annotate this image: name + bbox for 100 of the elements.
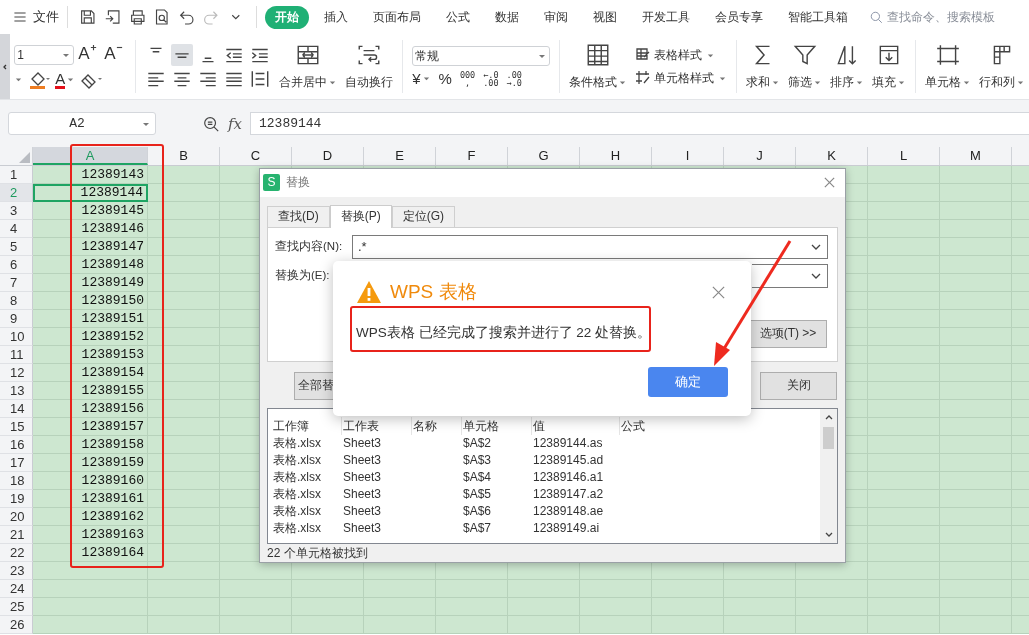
row-header[interactable]: 24 [0,580,33,598]
undo-icon[interactable] [177,8,196,26]
ribbon-tab[interactable]: 会员专享 [705,5,773,29]
ribbon-tab[interactable]: 插入 [314,5,358,29]
ribbon-tab[interactable]: 开发工具 [632,5,700,29]
percent-button[interactable]: % [438,70,452,87]
sum-button[interactable]: 求和 [742,34,785,99]
preview-icon[interactable] [153,8,171,26]
column-heading: 公式 [620,417,646,435]
dialog-title: 替换 [286,174,310,192]
status-text: 22 个单元格被找到 [266,545,369,562]
column-header[interactable]: D [292,147,364,165]
row-header[interactable]: 11 [0,346,33,364]
row-header[interactable]: 16 [0,436,33,454]
formula-input[interactable]: 12389144 [250,112,1029,135]
row-header[interactable]: 4 [0,220,33,238]
column-header[interactable]: F [436,147,508,165]
cell-style-button[interactable]: 单元格样式 [635,69,728,87]
row-header[interactable]: 25 [0,598,33,616]
row-header[interactable]: 8 [0,292,33,310]
row-header[interactable]: 20 [0,508,33,526]
column-header[interactable]: M [940,147,1012,165]
find-field[interactable]: .* [352,234,828,259]
row-header[interactable]: 14 [0,400,33,418]
filter-button[interactable]: 筛选 [784,34,827,99]
ok-button[interactable]: 确定 [648,367,728,397]
replace-all-button[interactable]: 全部替 [294,371,333,400]
row-header[interactable]: 9 [0,310,33,328]
currency-button[interactable]: ¥ [412,70,431,87]
ribbon-tab[interactable]: 审阅 [534,5,578,29]
close-button[interactable]: 关闭 [760,371,837,400]
ribbon-tab[interactable]: 页面布局 [363,5,431,29]
ribbon-tab[interactable]: 视图 [583,5,627,29]
printer-icon[interactable] [128,8,147,26]
ribbon-tab[interactable]: 智能工具箱 [778,5,858,29]
dialog-tab[interactable]: 查找(D) [267,205,330,227]
row-header[interactable]: 7 [0,274,33,292]
column-header[interactable]: J [724,147,796,165]
number-format-dropdown[interactable]: 常规 [412,46,551,66]
scroll-thumb[interactable] [823,426,834,449]
row-header[interactable]: 13 [0,382,33,400]
row-header[interactable]: 23 [0,562,33,580]
font-size-dropdown[interactable]: 1 [14,44,75,65]
row-header[interactable]: 6 [0,256,33,274]
close-icon[interactable] [823,176,836,190]
save-icon[interactable] [79,8,98,26]
rows-columns-button[interactable]: 行和列 [975,34,1029,99]
thousands-button[interactable]: 000 , [459,70,476,87]
wrap-text-button[interactable]: 自动换行 [341,34,398,99]
font-color-button[interactable]: A [55,70,76,89]
column-header[interactable]: B [148,147,220,165]
column-header[interactable]: K [796,147,868,165]
export-icon[interactable] [104,8,122,26]
increase-decimal-button[interactable]: ←.0 .00 [483,70,499,87]
row-header[interactable]: 21 [0,526,33,544]
name-box[interactable]: A2 [8,112,156,135]
column-header[interactable]: H [580,147,652,165]
replace-field[interactable] [752,263,828,288]
row-header[interactable]: 19 [0,490,33,508]
column-header[interactable]: L [868,147,940,165]
zoom-icon[interactable] [202,114,220,133]
table-cell-text: 表格.xlsx [272,468,322,486]
column-header[interactable]: G [508,147,580,165]
search-field[interactable]: 查找命令、搜索模板 [869,9,1029,25]
ribbon-tab[interactable]: 数据 [485,5,529,29]
row-header[interactable]: 3 [0,202,33,220]
row-header[interactable]: 15 [0,418,33,436]
column-header[interactable]: C [220,147,292,165]
file-menu[interactable]: 文件 [12,8,59,26]
cell-button[interactable]: 单元格 [921,34,975,99]
ribbon-tab[interactable]: 公式 [436,5,480,29]
conditional-format-button[interactable]: 条件格式 [565,34,632,99]
shrink-font-button[interactable]: A [104,43,127,66]
decrease-decimal-button[interactable]: .00 →.0 [506,70,522,87]
row-header[interactable]: 18 [0,472,33,490]
merge-center-button[interactable]: 合并居中 [275,34,342,99]
function-label[interactable]: fx [228,114,242,133]
table-style-button[interactable]: 表格样式 [635,46,728,64]
row-header[interactable]: 10 [0,328,33,346]
align-middle-icon[interactable] [171,43,194,66]
scrollbar[interactable] [820,408,837,543]
options-button[interactable]: 选项(T) >> [749,319,827,348]
column-header[interactable]: E [364,147,436,165]
row-header[interactable]: 26 [0,616,33,634]
row-header[interactable]: 12 [0,364,33,382]
row-header[interactable]: 22 [0,544,33,562]
menu-icon [12,9,28,25]
table-brush-icon [635,47,652,63]
row-header[interactable]: 5 [0,238,33,256]
fill-down-button[interactable]: 填充 [868,34,911,99]
collapse-handle[interactable] [0,34,11,99]
close-icon[interactable] [711,284,726,300]
dialog-tab[interactable]: 定位(G) [391,205,455,227]
grow-font-button[interactable]: A [78,43,101,66]
column-header[interactable]: I [652,147,724,165]
row-header[interactable]: 1 [0,166,33,184]
table-cell-text: $A$3 [462,453,493,468]
row-header[interactable]: 17 [0,454,33,472]
dialog-tab[interactable]: 替换(P) [329,204,392,228]
sort-button[interactable]: 排序 [826,34,869,99]
